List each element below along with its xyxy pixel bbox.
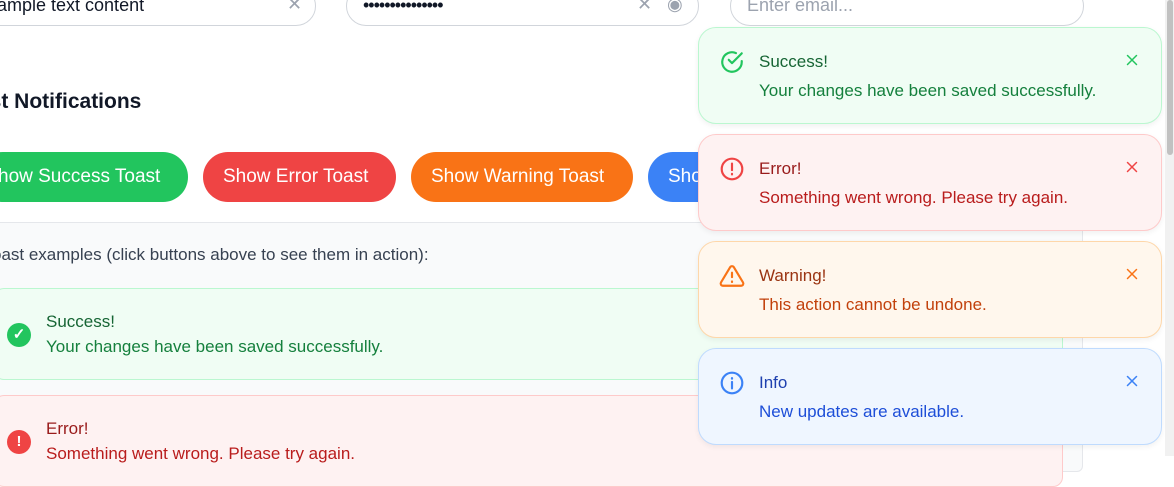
example-success-title: Success! [46, 312, 115, 331]
toast-message: New updates are available. [759, 402, 965, 421]
eye-icon[interactable]: ◉ [667, 0, 683, 15]
info-circle-icon [720, 371, 744, 395]
example-error-message: Something went wrong. Please try again. [46, 444, 356, 463]
email-input[interactable]: Enter email... [730, 0, 1084, 26]
close-icon[interactable] [1123, 158, 1141, 176]
warning-toast: Warning! This action cannot be undone. [698, 241, 1162, 338]
error-toast: Error! Something went wrong. Please try … [698, 134, 1162, 231]
toast-message: This action cannot be undone. [759, 295, 987, 314]
exclamation-circle-icon: ! [7, 430, 31, 454]
toast-message: Your changes have been saved successfull… [759, 81, 1097, 100]
show-success-toast-button[interactable]: how Success Toast [0, 152, 188, 202]
warning-triangle-icon [719, 265, 745, 287]
example-error-title: Error! [46, 419, 89, 438]
show-error-toast-button[interactable]: Show Error Toast [203, 152, 396, 202]
text-input[interactable]: ample text content ✕ [0, 0, 316, 26]
check-circle-icon: ✓ [7, 323, 31, 347]
toast-title: Info [759, 373, 788, 392]
clear-icon[interactable]: ✕ [287, 0, 302, 15]
toast-title: Error! [759, 159, 802, 178]
alert-circle-icon [720, 157, 744, 181]
close-icon[interactable] [1123, 372, 1141, 390]
close-icon[interactable] [1123, 51, 1141, 69]
success-toast: Success! Your changes have been saved su… [698, 27, 1162, 124]
clear-icon[interactable]: ✕ [637, 0, 652, 15]
scrollbar-thumb[interactable] [1167, 0, 1173, 155]
check-circle-icon [721, 51, 743, 73]
toast-title: Success! [759, 52, 828, 71]
close-icon[interactable] [1123, 265, 1141, 283]
show-warning-toast-button[interactable]: Show Warning Toast [411, 152, 633, 202]
text-input-value: ample text content [0, 0, 145, 15]
email-input-placeholder: Enter email... [747, 0, 854, 15]
toast-title: Warning! [759, 266, 827, 285]
example-success-message: Your changes have been saved successfull… [46, 337, 384, 356]
password-input-value: ••••••••••••••• [363, 0, 444, 15]
password-input[interactable]: ••••••••••••••• ✕ ◉ [346, 0, 699, 26]
toast-message: Something went wrong. Please try again. [759, 188, 1069, 207]
info-toast: Info New updates are available. [698, 348, 1162, 445]
examples-intro: oast examples (click buttons above to se… [0, 245, 429, 264]
section-title: ast Notifications [0, 90, 142, 113]
